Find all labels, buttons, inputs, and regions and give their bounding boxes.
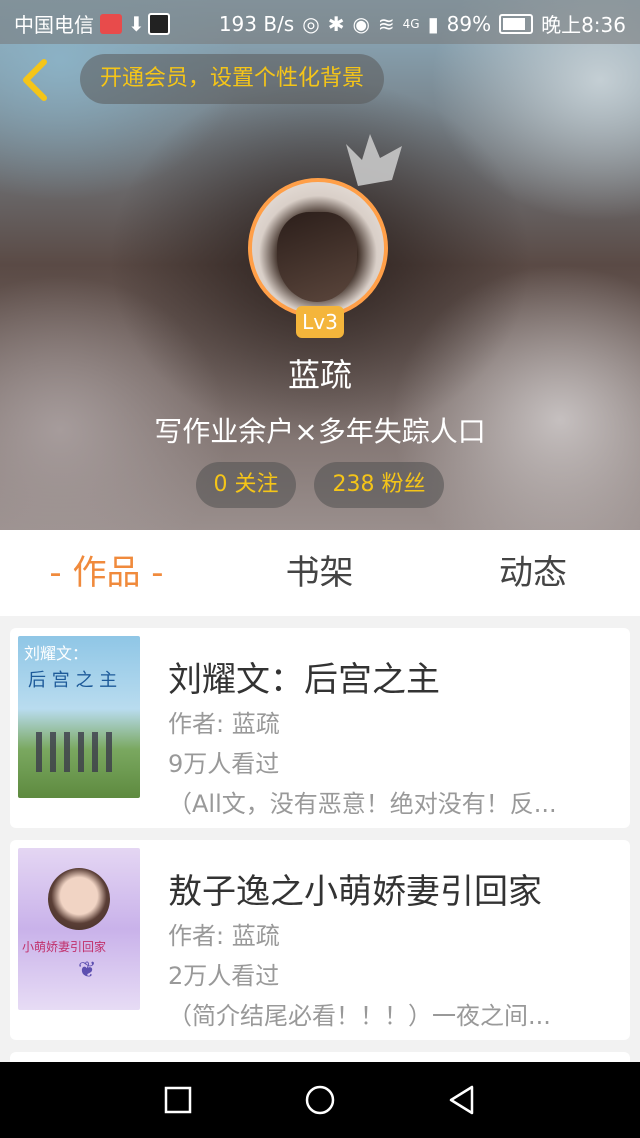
cover-subtitle: 后 宫 之 主 [28, 670, 118, 691]
carrier-label: 中国电信 [14, 13, 94, 37]
username: 蓝疏 [287, 356, 352, 394]
work-description: （All文，没有恶意！绝对没有！反... [168, 790, 557, 818]
level-badge: Lv3 [296, 306, 344, 338]
work-description: （简介结尾必看！！！）一夜之间... [168, 1002, 551, 1030]
cover-title: 刘耀文： [24, 644, 89, 663]
bluetooth-icon: ✱ [327, 11, 345, 36]
tab-works[interactable]: - 作品 - [0, 530, 213, 616]
cover-figures [36, 732, 116, 772]
capcut-icon [148, 12, 170, 35]
status-left: 中国电信 ⬇ [14, 9, 170, 38]
chevron-left-icon [23, 59, 47, 101]
cover-portrait [48, 868, 110, 930]
eye-icon: ◉ [352, 11, 370, 36]
square-icon[interactable] [162, 1084, 194, 1116]
status-bar: 中国电信 ⬇ 193 B/s ◎ ✱ ◉ ≋ 4G ▮ 89% 晚上8:36 [0, 0, 640, 44]
fans-count-button[interactable]: 238 粉丝 [314, 462, 444, 508]
tv-app-icon [100, 13, 122, 34]
butterfly-icon: ❦ [78, 958, 97, 983]
circle-icon[interactable] [304, 1084, 336, 1116]
book-cover: 刘耀文： 后 宫 之 主 [18, 636, 140, 798]
work-card[interactable]: 小萌娇妻引回家 ❦ 敖子逸之小萌娇妻引回家 作者: 蓝疏 2万人看过 （简介结尾… [10, 840, 630, 1040]
network-speed: 193 B/s [218, 11, 295, 36]
work-views: 2万人看过 [168, 962, 280, 990]
work-author: 作者: 蓝疏 [168, 922, 280, 950]
profile-header: 中国电信 ⬇ 193 B/s ◎ ✱ ◉ ≋ 4G ▮ 89% 晚上8:36 开… [0, 0, 640, 530]
download-icon: ⬇ [128, 11, 145, 36]
user-bio: 写作业余户×多年失踪人口 [154, 415, 486, 448]
clock: 晚上8:36 [541, 13, 626, 37]
cover-title: 小萌娇妻引回家 [22, 940, 107, 954]
back-button[interactable] [18, 58, 54, 102]
profile-tabs: - 作品 - 书架 动态 [0, 530, 640, 616]
battery-icon [499, 13, 534, 34]
status-right: 193 B/s ◎ ✱ ◉ ≋ 4G ▮ 89% 晚上8:36 [219, 9, 626, 38]
tab-activity[interactable]: 动态 [426, 530, 640, 616]
work-card[interactable]: 刘耀文： 后 宫 之 主 刘耀文：后宫之主 作者: 蓝疏 9万人看过 （All文… [10, 628, 630, 828]
work-views: 9万人看过 [168, 750, 280, 778]
battery-percent: 89% [446, 11, 492, 36]
signal-icon: ▮ [427, 11, 439, 36]
work-author: 作者: 蓝疏 [168, 710, 280, 738]
following-count-button[interactable]: 0 关注 [196, 462, 296, 508]
tab-bookshelf[interactable]: 书架 [213, 530, 426, 616]
signal-label: 4G [402, 16, 420, 31]
work-title: 刘耀文：后宫之主 [168, 660, 440, 700]
triangle-back-icon[interactable] [446, 1084, 478, 1116]
avatar-image [277, 212, 357, 302]
system-nav-bar [0, 1062, 640, 1138]
vip-background-banner[interactable]: 开通会员，设置个性化背景 [80, 54, 385, 104]
avatar[interactable] [248, 178, 388, 318]
book-cover: 小萌娇妻引回家 ❦ [18, 848, 140, 1010]
wifi-icon: ≋ [377, 11, 395, 36]
hd-icon: ◎ [302, 11, 320, 36]
work-title: 敖子逸之小萌娇妻引回家 [168, 872, 542, 912]
